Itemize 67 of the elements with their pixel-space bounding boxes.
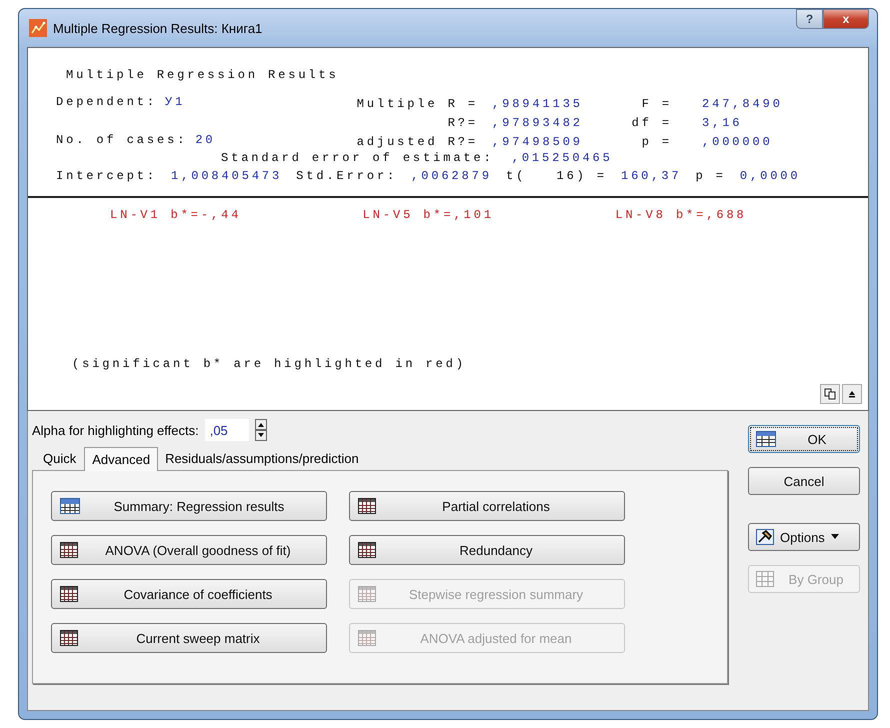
- window-title: Multiple Regression Results: Книга1: [53, 20, 262, 36]
- stat-value: ,015250465: [512, 150, 613, 166]
- stat-value: 3,16: [702, 116, 742, 130]
- coefficient-text: LN-V5 b*=,101: [362, 208, 495, 222]
- spinner-arrows-icon: [254, 419, 267, 441]
- stat-label: Intercept:: [56, 168, 158, 184]
- stat-label: R?=: [448, 116, 478, 130]
- stat-label: adjusted R?=: [356, 135, 478, 149]
- copy-button[interactable]: [820, 384, 840, 404]
- up-arrow-icon: [847, 389, 857, 399]
- caret-icon: [830, 534, 839, 540]
- coefficient-text: LN-V1 b*=-,44: [110, 208, 242, 222]
- stat-value: 247,8490: [702, 97, 783, 111]
- grid-icon: [756, 571, 774, 587]
- action-button[interactable]: ANOVA (Overall goodness of fit): [51, 535, 327, 565]
- stat-value: 160,37: [620, 168, 682, 184]
- action-button[interactable]: Current sweep matrix: [51, 623, 327, 653]
- tab[interactable]: Quick: [36, 447, 84, 470]
- cancel-button[interactable]: Cancel: [748, 467, 860, 495]
- collapse-button[interactable]: [842, 384, 862, 404]
- table-icon: [358, 498, 376, 514]
- results-heading: Multiple Regression Results: [65, 68, 340, 82]
- stat-label: Std.Error:: [296, 168, 398, 184]
- stat-label: Dependent:: [56, 95, 158, 111]
- action-button[interactable]: Covariance of coefficients: [51, 579, 327, 609]
- table-icon: [358, 586, 376, 602]
- stat-label: Multiple R =: [356, 97, 478, 111]
- table-icon: [60, 498, 80, 514]
- hammer-icon: [756, 529, 774, 545]
- stat-value: У1: [165, 95, 186, 111]
- ok-button[interactable]: OK: [748, 425, 860, 453]
- stat-label: p =: [696, 168, 726, 184]
- copy-icon: [824, 388, 836, 400]
- help-button[interactable]: ?: [796, 9, 823, 29]
- table-icon: [358, 630, 376, 646]
- action-button[interactable]: Redundancy: [349, 535, 625, 565]
- close-button[interactable]: x: [823, 9, 869, 29]
- options-button[interactable]: Options: [748, 523, 860, 551]
- stat-value: ,000000: [702, 135, 773, 149]
- action-button[interactable]: Partial correlations: [349, 491, 625, 521]
- stat-value: ,97498509: [492, 135, 583, 149]
- stat-label: F =: [642, 97, 672, 111]
- action-button[interactable]: Summary: Regression results: [51, 491, 327, 521]
- stat-value: 0,0000: [740, 168, 801, 184]
- table-icon: [60, 586, 78, 602]
- stat-label: t( 16) =: [506, 168, 607, 184]
- app-icon: [29, 19, 47, 37]
- table-icon: [358, 542, 376, 558]
- alpha-label: Alpha for highlighting effects:: [32, 422, 199, 438]
- stat-value: ,98941135: [492, 97, 583, 111]
- stat-label: df =: [632, 116, 672, 130]
- stat-label: p =: [642, 135, 672, 149]
- tab[interactable]: Advanced: [84, 447, 158, 471]
- stat-value: 20: [195, 133, 216, 149]
- stat-value: ,97893482: [492, 116, 583, 130]
- alpha-field[interactable]: ,05: [204, 419, 249, 441]
- tab[interactable]: Residuals/assumptions/prediction: [158, 447, 367, 470]
- stat-value: ,0062879: [411, 168, 492, 184]
- spin-button[interactable]: [254, 419, 267, 441]
- table-icon: [60, 542, 78, 558]
- note-text: (significant b* are highlighted in red): [72, 357, 466, 371]
- coefficient-text: LN-V8 b*=,688: [615, 208, 748, 222]
- stat-value: 1,008405473: [171, 168, 282, 184]
- stat-label: No. of cases:: [56, 133, 188, 149]
- table-icon: [756, 431, 776, 447]
- stat-label: Standard error of estimate:: [221, 150, 494, 166]
- table-icon: [60, 630, 78, 646]
